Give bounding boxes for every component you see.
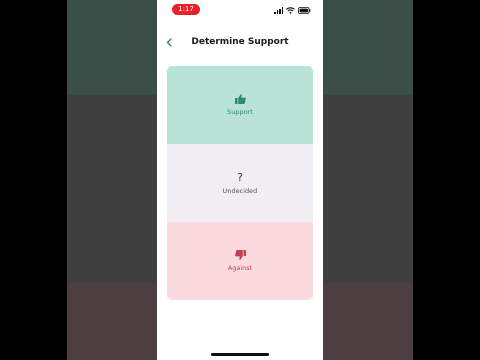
- battery-icon: [298, 6, 311, 14]
- support-option[interactable]: Support: [167, 66, 313, 144]
- thumbs-up-icon: [234, 94, 246, 104]
- support-options: Support ? Undecided Against: [167, 66, 313, 300]
- wifi-icon: [286, 6, 295, 14]
- signal-icon: [274, 6, 283, 14]
- home-indicator[interactable]: [211, 353, 269, 356]
- page-title: Determine Support: [191, 37, 289, 47]
- status-bar: 1:17: [157, 0, 323, 20]
- undecided-option[interactable]: ? Undecided: [167, 144, 313, 222]
- thumbs-down-icon: [234, 250, 246, 260]
- blurred-frame-left: [67, 0, 157, 360]
- status-icons: [274, 5, 311, 15]
- against-option[interactable]: Against: [167, 222, 313, 300]
- undecided-label: Undecided: [222, 186, 258, 195]
- blurred-frame-right: [323, 0, 413, 360]
- background-right: [323, 0, 480, 360]
- status-time: 1:17: [172, 4, 200, 15]
- support-label: Support: [227, 108, 253, 116]
- background-left: [0, 0, 157, 360]
- phone-screen: 1:17 Determine Support Support ? Undecid…: [157, 0, 323, 360]
- question-icon: ?: [237, 170, 243, 184]
- against-label: Against: [227, 264, 253, 272]
- nav-bar: Determine Support: [157, 32, 323, 52]
